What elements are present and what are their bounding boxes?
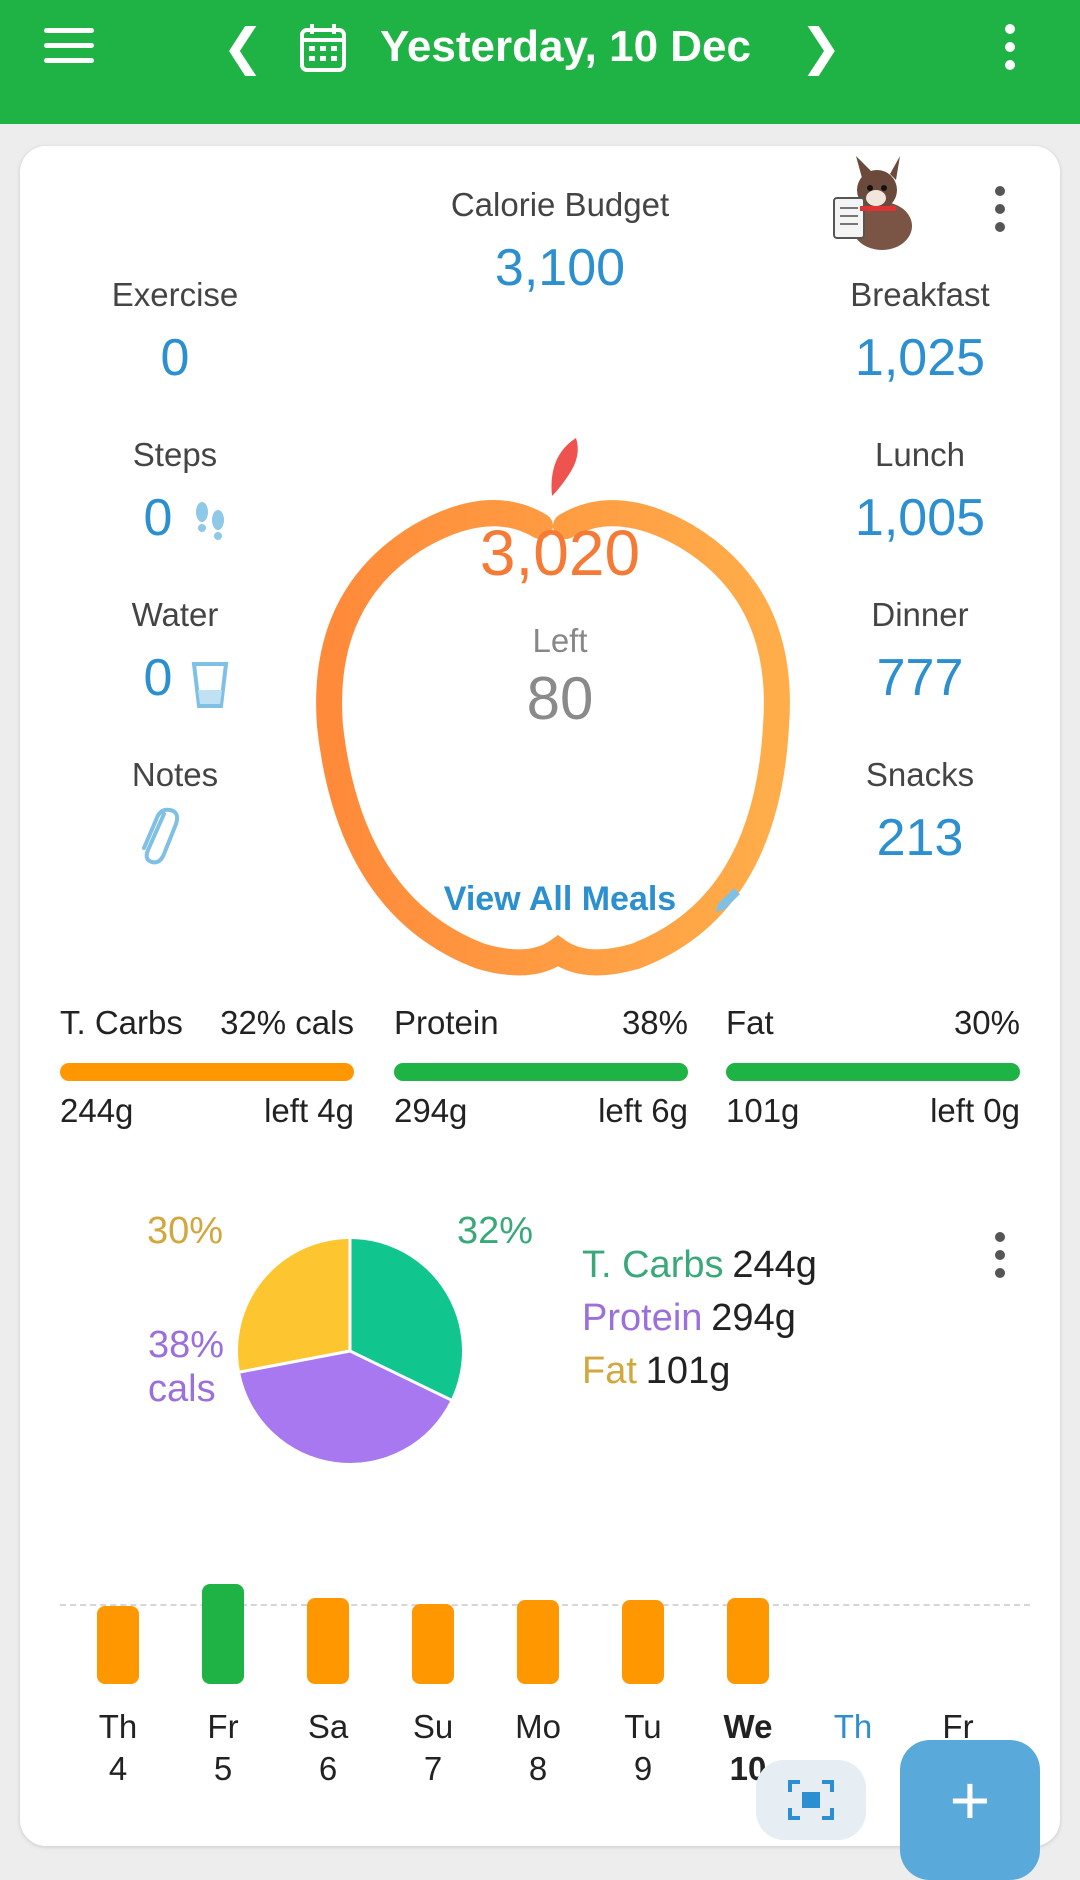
week-day-name: Mo bbox=[515, 1708, 561, 1745]
lunch-label: Lunch bbox=[875, 436, 965, 473]
week-day-label[interactable]: Th 4 bbox=[78, 1706, 158, 1790]
calories-left-value: 80 bbox=[526, 665, 594, 732]
summary-card: Calorie Budget 3,100 Exercise 0 Steps 0 … bbox=[20, 146, 1060, 1846]
protein-grams: 294g bbox=[394, 1092, 468, 1129]
lunch-value[interactable]: 1,005 bbox=[800, 488, 1040, 548]
carbs-name: T. Carbs bbox=[60, 1004, 183, 1041]
week-day-label[interactable]: Th bbox=[813, 1706, 893, 1748]
week-day-name: Sa bbox=[307, 1708, 349, 1745]
calorie-budget-value[interactable]: 3,100 bbox=[360, 238, 760, 298]
fat-name: Fat bbox=[726, 1004, 774, 1041]
pie-more-icon[interactable] bbox=[993, 1232, 1007, 1286]
pie-label-protein: 38% bbox=[148, 1324, 225, 1366]
card-more-icon[interactable] bbox=[993, 186, 1007, 240]
snacks-label: Snacks bbox=[865, 756, 975, 793]
left-label: Left bbox=[532, 622, 588, 659]
macro-pie-chart[interactable] bbox=[230, 1231, 470, 1471]
calorie-budget-label: Calorie Budget bbox=[450, 186, 670, 223]
week-day-name: Th bbox=[833, 1708, 873, 1745]
week-bar[interactable] bbox=[622, 1600, 664, 1684]
week-bar[interactable] bbox=[307, 1598, 349, 1684]
scan-icon bbox=[788, 1780, 834, 1820]
edit-pencil-icon[interactable] bbox=[710, 882, 746, 918]
exercise-label: Exercise bbox=[111, 276, 239, 313]
week-day-name: Fr bbox=[207, 1708, 239, 1745]
current-date[interactable]: Yesterday, 10 Dec bbox=[380, 22, 751, 72]
calenda-icon[interactable] bbox=[298, 22, 348, 74]
app-bar: ❮ Yesterday, 10 Dec ❯ bbox=[0, 0, 1080, 124]
exercise-value[interactable]: 0 bbox=[50, 328, 300, 388]
week-day-number: 8 bbox=[528, 1750, 548, 1787]
fat-pct: 30% bbox=[953, 1004, 1020, 1041]
chevron-left-icon[interactable]: ❮ bbox=[222, 22, 264, 72]
week-day-number: 4 bbox=[108, 1750, 128, 1787]
water-glass-icon[interactable] bbox=[190, 660, 230, 710]
legend-protein-name: Protein bbox=[582, 1297, 703, 1339]
pie-label-fat: 30% bbox=[147, 1210, 224, 1252]
paperclip-icon[interactable] bbox=[136, 806, 180, 866]
add-food-button[interactable]: + bbox=[900, 1740, 1040, 1880]
carbs-pct: 32% cals bbox=[220, 1004, 354, 1041]
protein-left: left 6g bbox=[598, 1092, 688, 1129]
calories-consumed-value: 3,020 bbox=[479, 517, 641, 589]
fat-grams: 101g bbox=[726, 1092, 800, 1129]
footsteps-icon bbox=[196, 502, 224, 540]
pie-label-protein-unit: cals bbox=[148, 1368, 216, 1410]
snacks-value[interactable]: 213 bbox=[800, 808, 1040, 868]
carbs-left: left 4g bbox=[264, 1092, 354, 1129]
week-day-label[interactable]: Fr 5 bbox=[183, 1706, 263, 1790]
fat-progress-bar bbox=[726, 1063, 1020, 1081]
carbs-grams: 244g bbox=[60, 1092, 134, 1129]
week-bar[interactable] bbox=[412, 1604, 454, 1684]
week-day-number: 7 bbox=[423, 1750, 443, 1787]
legend-protein-value: 294g bbox=[711, 1297, 796, 1339]
dinner-label: Dinner bbox=[871, 596, 969, 633]
week-day-name: Tu bbox=[624, 1708, 662, 1745]
pie-label-carbs: 32% bbox=[457, 1210, 534, 1252]
breakfast-value[interactable]: 1,025 bbox=[800, 328, 1040, 388]
fat-left: left 0g bbox=[930, 1092, 1020, 1129]
scan-barcode-button[interactable] bbox=[756, 1760, 866, 1840]
pie-legend: T. Carbs 244g Protein 294g Fat 101g bbox=[582, 1244, 817, 1393]
week-day-label[interactable]: Tu 9 bbox=[603, 1706, 683, 1790]
more-vert-icon[interactable] bbox=[1000, 24, 1020, 78]
notes-label: Notes bbox=[131, 756, 219, 793]
week-day-number: 9 bbox=[633, 1750, 653, 1787]
week-day-label[interactable]: Sa 6 bbox=[288, 1706, 368, 1790]
week-day-name: Th bbox=[98, 1708, 138, 1745]
week-day-number: 6 bbox=[318, 1750, 338, 1787]
protein-name: Protein bbox=[394, 1004, 499, 1041]
week-day-name: We bbox=[723, 1708, 773, 1745]
week-day-label[interactable]: Mo 8 bbox=[498, 1706, 578, 1790]
dog-mascot-icon bbox=[833, 156, 912, 250]
week-bar[interactable] bbox=[97, 1606, 139, 1684]
breakfast-label: Breakfast bbox=[850, 276, 990, 313]
steps-value[interactable]: 0 bbox=[128, 488, 188, 548]
legend-carbs-name: T. Carbs bbox=[582, 1244, 724, 1286]
water-value[interactable]: 0 bbox=[128, 648, 188, 708]
dinner-value[interactable]: 777 bbox=[800, 648, 1040, 708]
chevron-right-icon[interactable]: ❯ bbox=[800, 22, 842, 72]
view-all-meals-link[interactable]: View All Meals bbox=[410, 880, 710, 919]
protein-pct: 38% bbox=[621, 1004, 688, 1041]
protein-progress-bar bbox=[394, 1063, 688, 1081]
water-label: Water bbox=[131, 596, 219, 633]
week-day-name: Su bbox=[412, 1708, 454, 1745]
steps-label: Steps bbox=[132, 436, 218, 473]
legend-carbs-value: 244g bbox=[732, 1244, 817, 1286]
week-bar[interactable] bbox=[727, 1598, 769, 1684]
carbs-progress-bar bbox=[60, 1063, 354, 1081]
hamburger-menu-icon[interactable] bbox=[44, 28, 94, 72]
week-day-label[interactable]: Su 7 bbox=[393, 1706, 473, 1790]
week-day-number: 5 bbox=[213, 1750, 233, 1787]
pie-slice-fat bbox=[238, 1239, 350, 1372]
week-bar[interactable] bbox=[517, 1600, 559, 1684]
legend-fat-name: Fat bbox=[582, 1350, 637, 1392]
legend-fat-value: 101g bbox=[645, 1350, 731, 1392]
week-bar[interactable] bbox=[202, 1584, 244, 1684]
